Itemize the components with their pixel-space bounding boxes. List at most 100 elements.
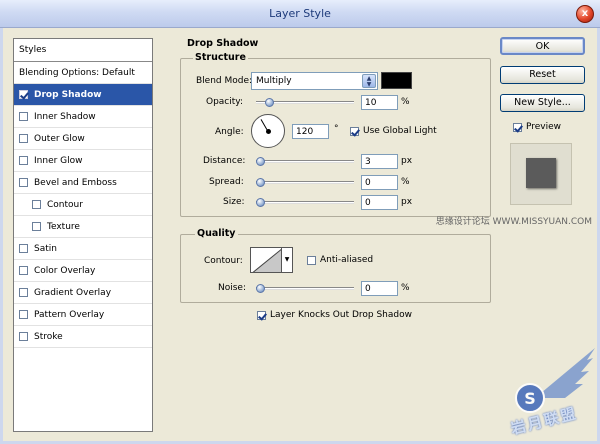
preview-label: Preview xyxy=(526,122,562,132)
style-item-label: Inner Glow xyxy=(34,155,83,166)
use-global-light-checkbox[interactable] xyxy=(350,126,359,136)
spread-unit: % xyxy=(401,177,410,187)
style-item-label: Stroke xyxy=(34,331,63,342)
opacity-slider[interactable] xyxy=(256,98,354,107)
style-item-checkbox[interactable] xyxy=(19,244,28,253)
angle-dial[interactable] xyxy=(251,114,285,148)
size-slider-thumb[interactable] xyxy=(256,198,265,207)
style-item-checkbox[interactable] xyxy=(19,310,28,319)
size-input[interactable]: 0 xyxy=(361,195,398,210)
distance-slider-thumb[interactable] xyxy=(256,157,265,166)
angle-input[interactable]: 120 xyxy=(292,124,329,139)
anti-aliased-label: Anti-aliased xyxy=(320,255,374,265)
opacity-input[interactable]: 10 xyxy=(361,95,398,110)
style-item-label: Texture xyxy=(47,221,80,232)
style-item-checkbox[interactable] xyxy=(19,156,28,165)
section-title: Drop Shadow xyxy=(187,38,259,49)
distance-label: Distance: xyxy=(203,156,246,166)
anti-aliased-checkbox[interactable] xyxy=(307,255,316,265)
knocks-out-option[interactable]: Layer Knocks Out Drop Shadow xyxy=(257,310,412,320)
style-rows: Blending Options: Default Drop Shadow Inne… xyxy=(14,62,152,348)
blend-mode-value: Multiply xyxy=(256,76,292,86)
style-item-bevel-and-emboss[interactable]: Bevel and Emboss xyxy=(14,172,152,194)
knocks-out-label: Layer Knocks Out Drop Shadow xyxy=(270,310,412,320)
style-item-checkbox[interactable] xyxy=(19,178,28,187)
style-item-label: Outer Glow xyxy=(34,133,85,144)
opacity-slider-thumb[interactable] xyxy=(264,98,274,107)
style-item-inner-shadow[interactable]: Inner Shadow xyxy=(14,106,152,128)
close-icon[interactable]: x xyxy=(576,5,594,23)
style-item-stroke[interactable]: Stroke xyxy=(14,326,152,348)
new-style-button[interactable]: New Style... xyxy=(500,94,585,112)
anti-aliased-option[interactable]: Anti-aliased xyxy=(307,255,373,265)
contour-preview[interactable] xyxy=(250,247,282,273)
noise-input[interactable]: 0 xyxy=(361,281,398,296)
ok-button[interactable]: OK xyxy=(500,37,585,55)
style-item-satin[interactable]: Satin xyxy=(14,238,152,260)
dropdown-arrow-icon: ▲ ▼ xyxy=(362,74,376,88)
style-item-checkbox[interactable] xyxy=(19,90,28,99)
use-global-light-label: Use Global Light xyxy=(363,126,437,136)
style-item-label: Drop Shadow xyxy=(34,89,102,100)
distance-input[interactable]: 3 xyxy=(361,154,398,169)
styles-list: Styles Blending Options: Default Drop Sha… xyxy=(13,38,153,432)
style-item-inner-glow[interactable]: Inner Glow xyxy=(14,150,152,172)
shadow-color-swatch[interactable] xyxy=(381,72,412,89)
style-item-checkbox[interactable] xyxy=(19,134,28,143)
style-item-label: Contour xyxy=(47,199,83,210)
size-unit: px xyxy=(401,197,413,207)
noise-slider[interactable] xyxy=(256,284,354,293)
spread-slider[interactable] xyxy=(256,178,354,187)
angle-label: Angle: xyxy=(215,127,244,137)
contour-label: Contour: xyxy=(204,256,243,266)
preview-option[interactable]: Preview xyxy=(513,122,561,132)
watermark-text: 思缘设计论坛 WWW.MISSYUAN.COM xyxy=(435,217,592,227)
style-item-label: Inner Shadow xyxy=(34,111,96,122)
noise-unit: % xyxy=(401,283,410,293)
style-item-checkbox[interactable] xyxy=(19,288,28,297)
style-item-checkbox[interactable] xyxy=(19,112,28,121)
style-item-checkbox[interactable] xyxy=(19,332,28,341)
angle-dial-center xyxy=(266,129,271,134)
distance-unit: px xyxy=(401,156,413,166)
size-slider[interactable] xyxy=(256,198,354,207)
contour-dropdown-icon[interactable]: ▼ xyxy=(281,247,293,273)
style-item-gradient-overlay[interactable]: Gradient Overlay xyxy=(14,282,152,304)
style-item-checkbox[interactable] xyxy=(32,200,41,209)
style-item-drop-shadow[interactable]: Drop Shadow xyxy=(14,84,152,106)
style-item-label: Color Overlay xyxy=(34,265,96,276)
preview-square xyxy=(526,158,556,188)
style-item-blending-options-default[interactable]: Blending Options: Default xyxy=(14,62,152,84)
reset-button[interactable]: Reset xyxy=(500,66,585,84)
styles-header: Styles xyxy=(14,39,152,62)
style-item-contour[interactable]: Contour xyxy=(14,194,152,216)
blend-mode-label: Blend Mode: xyxy=(196,76,253,86)
style-item-label: Pattern Overlay xyxy=(34,309,105,320)
structure-title: Structure xyxy=(193,52,248,63)
knocks-out-checkbox[interactable] xyxy=(257,310,266,320)
noise-slider-thumb[interactable] xyxy=(256,284,265,293)
style-item-label: Bevel and Emboss xyxy=(34,177,117,188)
spread-input[interactable]: 0 xyxy=(361,175,398,190)
style-item-checkbox[interactable] xyxy=(32,222,41,231)
style-item-pattern-overlay[interactable]: Pattern Overlay xyxy=(14,304,152,326)
use-global-light-option[interactable]: Use Global Light xyxy=(350,126,437,136)
style-item-color-overlay[interactable]: Color Overlay xyxy=(14,260,152,282)
style-item-texture[interactable]: Texture xyxy=(14,216,152,238)
opacity-label: Opacity: xyxy=(206,97,243,107)
style-item-checkbox[interactable] xyxy=(19,266,28,275)
blend-mode-select[interactable]: Multiply ▲ ▼ xyxy=(251,72,378,90)
spread-label: Spread: xyxy=(209,177,244,187)
contour-curve-icon xyxy=(252,248,281,272)
distance-slider[interactable] xyxy=(256,157,354,166)
preview-checkbox[interactable] xyxy=(513,122,522,132)
spread-slider-thumb[interactable] xyxy=(256,178,265,187)
style-item-label: Gradient Overlay xyxy=(34,287,112,298)
size-label: Size: xyxy=(223,197,245,207)
noise-label: Noise: xyxy=(218,283,246,293)
style-preview xyxy=(510,143,572,205)
style-item-outer-glow[interactable]: Outer Glow xyxy=(14,128,152,150)
style-item-label: Satin xyxy=(34,243,57,254)
angle-unit: ° xyxy=(334,124,339,134)
style-item-label: Blending Options: Default xyxy=(19,67,135,78)
